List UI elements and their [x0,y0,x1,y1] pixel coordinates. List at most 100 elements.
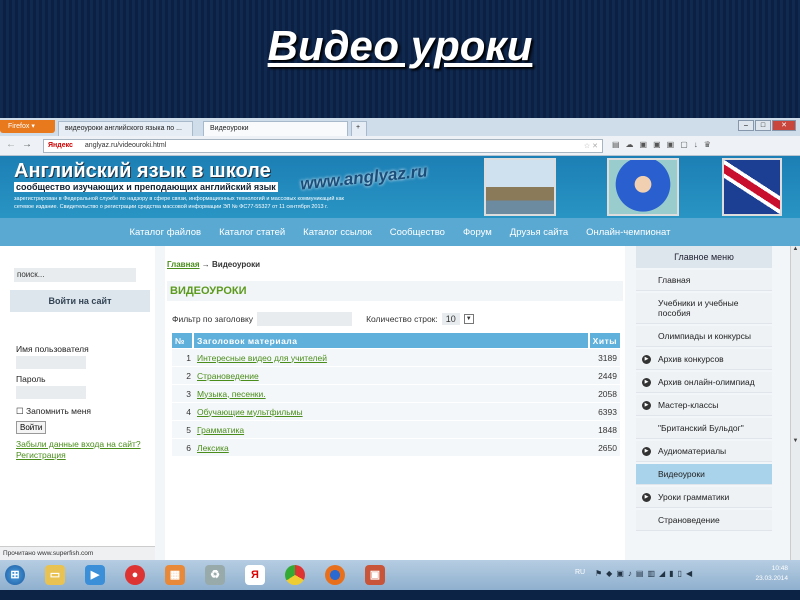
col-number[interactable]: № [172,333,194,348]
recycle-icon[interactable]: ♻ [205,565,225,585]
row-number: 6 [172,439,194,456]
main-menu-item[interactable]: Главная [636,270,772,291]
tab-videouroki[interactable]: Видеоуроки [203,121,348,136]
right-sidebar: Главное меню Главная Учебники и учебные п… [636,246,772,560]
row-number: 4 [172,403,194,420]
london-image [484,158,556,216]
start-button[interactable]: ⊞ [5,565,25,585]
new-tab-button[interactable]: + [351,121,367,136]
col-title[interactable]: Заголовок материала [194,333,590,348]
uk-flag-image [722,158,782,216]
powerpoint-icon[interactable]: ▣ [365,565,385,585]
firefox-menu-button[interactable]: Firefox ▾ [0,120,55,133]
filter-input[interactable] [257,312,353,326]
search-input[interactable]: поиск... [14,268,136,282]
toolbar-icons[interactable]: ▤☁▣▣▣▢↓♛ [612,140,717,149]
bookmark-star-icon[interactable]: ☆ ✕ [584,142,598,150]
url-bar[interactable]: Яндекс anglyaz.ru/videouroki.html ☆ ✕ [43,139,603,153]
play-icon: ▶ [642,401,651,410]
menu-item-label: Аудиоматериалы [658,446,727,456]
table-row: 6 Лексика 2650 [172,439,620,456]
login-button[interactable]: Войти [16,421,47,434]
menu-articles[interactable]: Каталог статей [219,227,285,238]
materials-table: № Заголовок материала Хиты 1 Интересные в… [172,332,620,457]
row-title-link[interactable]: Грамматика [197,425,244,435]
chevron-down-icon[interactable]: ▼ [463,314,474,324]
row-number: 2 [172,367,194,384]
scrollbar[interactable]: ▲ ▼ [790,246,800,560]
table-row: 1 Интересные видео для учителей 3189 [172,349,620,366]
app-icon[interactable]: ● [125,565,145,585]
menu-item-label: Мастер-классы [658,400,719,410]
forward-icon[interactable]: → [22,139,32,150]
site-url-logo: www.anglyaz.ru [299,161,429,194]
main-menu-item[interactable]: Видеоуроки [636,464,772,485]
main-menu-item[interactable]: Учебники и учебные пособия [636,293,772,324]
menu-friends[interactable]: Друзья сайта [510,227,568,238]
table-row: 5 Грамматика 1848 [172,421,620,438]
row-title-cell: Интересные видео для учителей [194,349,590,366]
play-icon: ▶ [642,447,651,456]
table-row: 4 Обучающие мультфильмы 6393 [172,403,620,420]
row-title-link[interactable]: Музыка, песенки. [197,389,266,399]
menu-files[interactable]: Каталог файлов [130,227,202,238]
menu-championship[interactable]: Онлайн-чемпионат [586,227,670,238]
tray-icons[interactable]: ⚑◆▣♪▤▥◢▮▯◀ [595,569,696,578]
clock[interactable]: 10:48 23.03.2014 [755,564,788,584]
queen-image [607,158,679,216]
row-title-link[interactable]: Лексика [197,443,229,453]
table-row: 3 Музыка, песенки. 2058 [172,385,620,402]
col-hits[interactable]: Хиты [589,333,620,348]
row-title-link[interactable]: Обучающие мультфильмы [197,407,303,417]
forgot-link[interactable]: Забыли данные входа на сайт? [16,439,141,449]
office-icon[interactable]: ▦ [165,565,185,585]
remember-checkbox[interactable]: ☐ [16,406,24,416]
password-field[interactable] [16,386,86,399]
play-icon: ▶ [642,493,651,502]
row-title-link[interactable]: Интересные видео для учителей [197,353,327,363]
register-link[interactable]: Регистрация [16,450,66,460]
row-number: 5 [172,421,194,438]
username-label: Имя пользователя [16,344,89,354]
back-icon[interactable]: ← [6,139,16,150]
tab-bar: Firefox ▾ видеоуроки английского языка п… [0,118,800,136]
language-indicator[interactable]: RU [575,569,585,576]
close-icon[interactable]: ✕ [772,120,796,131]
maximize-icon[interactable]: □ [755,120,771,131]
row-number: 3 [172,385,194,402]
site-menu: Каталог файлов Каталог статей Каталог сс… [0,218,800,246]
rows-select[interactable]: 10 [441,313,460,325]
main-menu-item[interactable]: "Британский Бульдог" [636,418,772,439]
left-sidebar: поиск... Войти на сайт Имя пользователя … [0,246,155,560]
breadcrumb-home[interactable]: Главная [167,260,200,269]
menu-item-label: "Британский Бульдог" [658,423,744,433]
yandex-logo: Яндекс [48,142,73,149]
main-menu-item[interactable]: ▶ Архив онлайн-олимпиад [636,372,772,393]
yandex-icon[interactable]: Я [245,565,265,585]
menu-item-label: Олимпиады и конкурсы [658,331,751,341]
menu-forum[interactable]: Форум [463,227,492,238]
main-menu-item[interactable]: ▶ Аудиоматериалы [636,441,772,462]
menu-item-label: Видеоуроки [658,469,705,479]
explorer-icon[interactable]: ▭ [45,565,65,585]
breadcrumb: Главная → Видеоуроки [167,260,261,269]
main-menu-item[interactable]: ▶ Мастер-классы [636,395,772,416]
media-player-icon[interactable]: ▶ [85,565,105,585]
row-title-cell: Страноведение [194,367,590,384]
row-title-link[interactable]: Страноведение [197,371,259,381]
menu-links[interactable]: Каталог ссылок [303,227,372,238]
menu-community[interactable]: Сообщество [390,227,445,238]
site-title: Английский язык в школе [14,160,271,182]
browser-window: Firefox ▾ видеоуроки английского языка п… [0,118,800,560]
page-title: ВИДЕОУРОКИ [167,281,623,301]
firefox-icon[interactable] [325,565,345,585]
tab-videouroki-search[interactable]: видеоуроки английского языка по ... [58,121,193,136]
minimize-icon[interactable]: – [738,120,754,131]
username-field[interactable] [16,356,86,369]
chrome-icon[interactable] [285,565,305,585]
main-menu-item[interactable]: Страноведение [636,510,772,531]
breadcrumb-current: Видеоуроки [212,260,261,269]
main-menu-item[interactable]: Олимпиады и конкурсы [636,326,772,347]
main-menu-item[interactable]: ▶ Уроки грамматики [636,487,772,508]
main-menu-item[interactable]: ▶ Архив конкурсов [636,349,772,370]
